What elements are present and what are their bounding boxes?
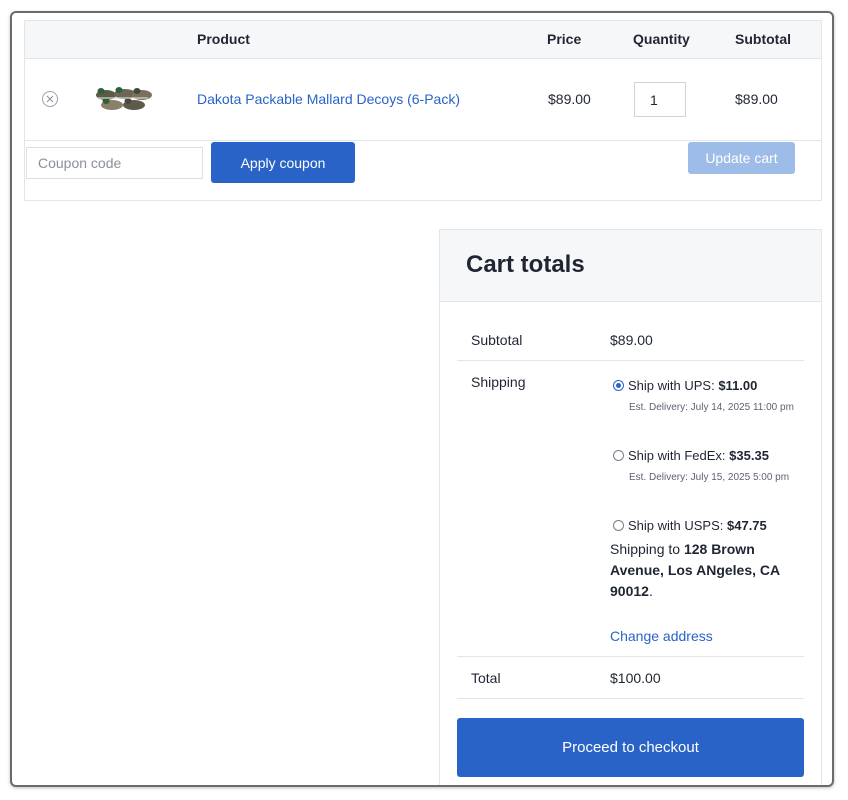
coupon-code-input[interactable] (26, 147, 203, 179)
cart-totals-panel: Cart totals Subtotal $89.00 Shipping Shi… (439, 229, 822, 785)
shipping-option-price: $35.35 (729, 448, 769, 463)
shipping-option-label: Ship with USPS: (628, 518, 727, 533)
cart-totals-header: Cart totals (440, 230, 821, 302)
total-label: Total (471, 670, 501, 686)
shipping-option-price: $47.75 (727, 518, 767, 533)
shipping-destination: Shipping to 128 Brown Avenue, Los ANgele… (610, 539, 795, 602)
shipping-option-price: $11.00 (718, 378, 758, 393)
change-address-link[interactable]: Change address (610, 628, 713, 644)
update-cart-button[interactable]: Update cart (688, 142, 795, 174)
header-quantity: Quantity (633, 31, 690, 47)
divider (457, 698, 804, 699)
estimated-delivery: Est. Delivery: July 15, 2025 5:00 pm (629, 472, 790, 483)
total-value: $100.00 (610, 670, 661, 686)
subtotal-value: $89.00 (610, 332, 653, 348)
duck-decoys-thumbnail[interactable] (92, 83, 154, 113)
cart-table-header: Product Price Quantity Subtotal (25, 21, 821, 59)
shipping-option-label: Ship with FedEx: (628, 448, 730, 463)
shipping-option-usps[interactable]: Ship with USPS: $47.75 (613, 518, 767, 533)
divider (457, 360, 804, 361)
shipping-option-fedex[interactable]: Ship with FedEx: $35.35 (613, 448, 769, 463)
item-subtotal: $89.00 (735, 91, 778, 107)
radio-selected-icon[interactable] (613, 380, 624, 391)
shipping-label: Shipping (471, 374, 526, 390)
divider (457, 656, 804, 657)
quantity-input[interactable] (634, 82, 686, 117)
proceed-to-checkout-button[interactable]: Proceed to checkout (457, 718, 804, 777)
shipping-to-prefix: Shipping to (610, 541, 684, 557)
product-link[interactable]: Dakota Packable Mallard Decoys (6-Pack) (197, 91, 460, 107)
remove-item-icon[interactable] (42, 91, 58, 107)
radio-unselected-icon[interactable] (613, 520, 624, 531)
cart-item-row: Dakota Packable Mallard Decoys (6-Pack) … (25, 59, 821, 141)
item-price: $89.00 (548, 91, 591, 107)
cart-totals-title: Cart totals (466, 251, 585, 278)
subtotal-label: Subtotal (471, 332, 523, 348)
estimated-delivery: Est. Delivery: July 14, 2025 11:00 pm (629, 402, 794, 413)
browser-frame: Product Price Quantity Subtotal Dakota P… (10, 11, 834, 787)
radio-unselected-icon[interactable] (613, 450, 624, 461)
header-product: Product (197, 31, 250, 47)
header-price: Price (547, 31, 582, 47)
apply-coupon-button[interactable]: Apply coupon (211, 142, 355, 183)
shipping-option-ups[interactable]: Ship with UPS: $11.00 (613, 378, 757, 393)
shipping-to-suffix: . (648, 583, 653, 599)
header-subtotal: Subtotal (735, 31, 791, 47)
shipping-option-label: Ship with UPS: (628, 378, 719, 393)
